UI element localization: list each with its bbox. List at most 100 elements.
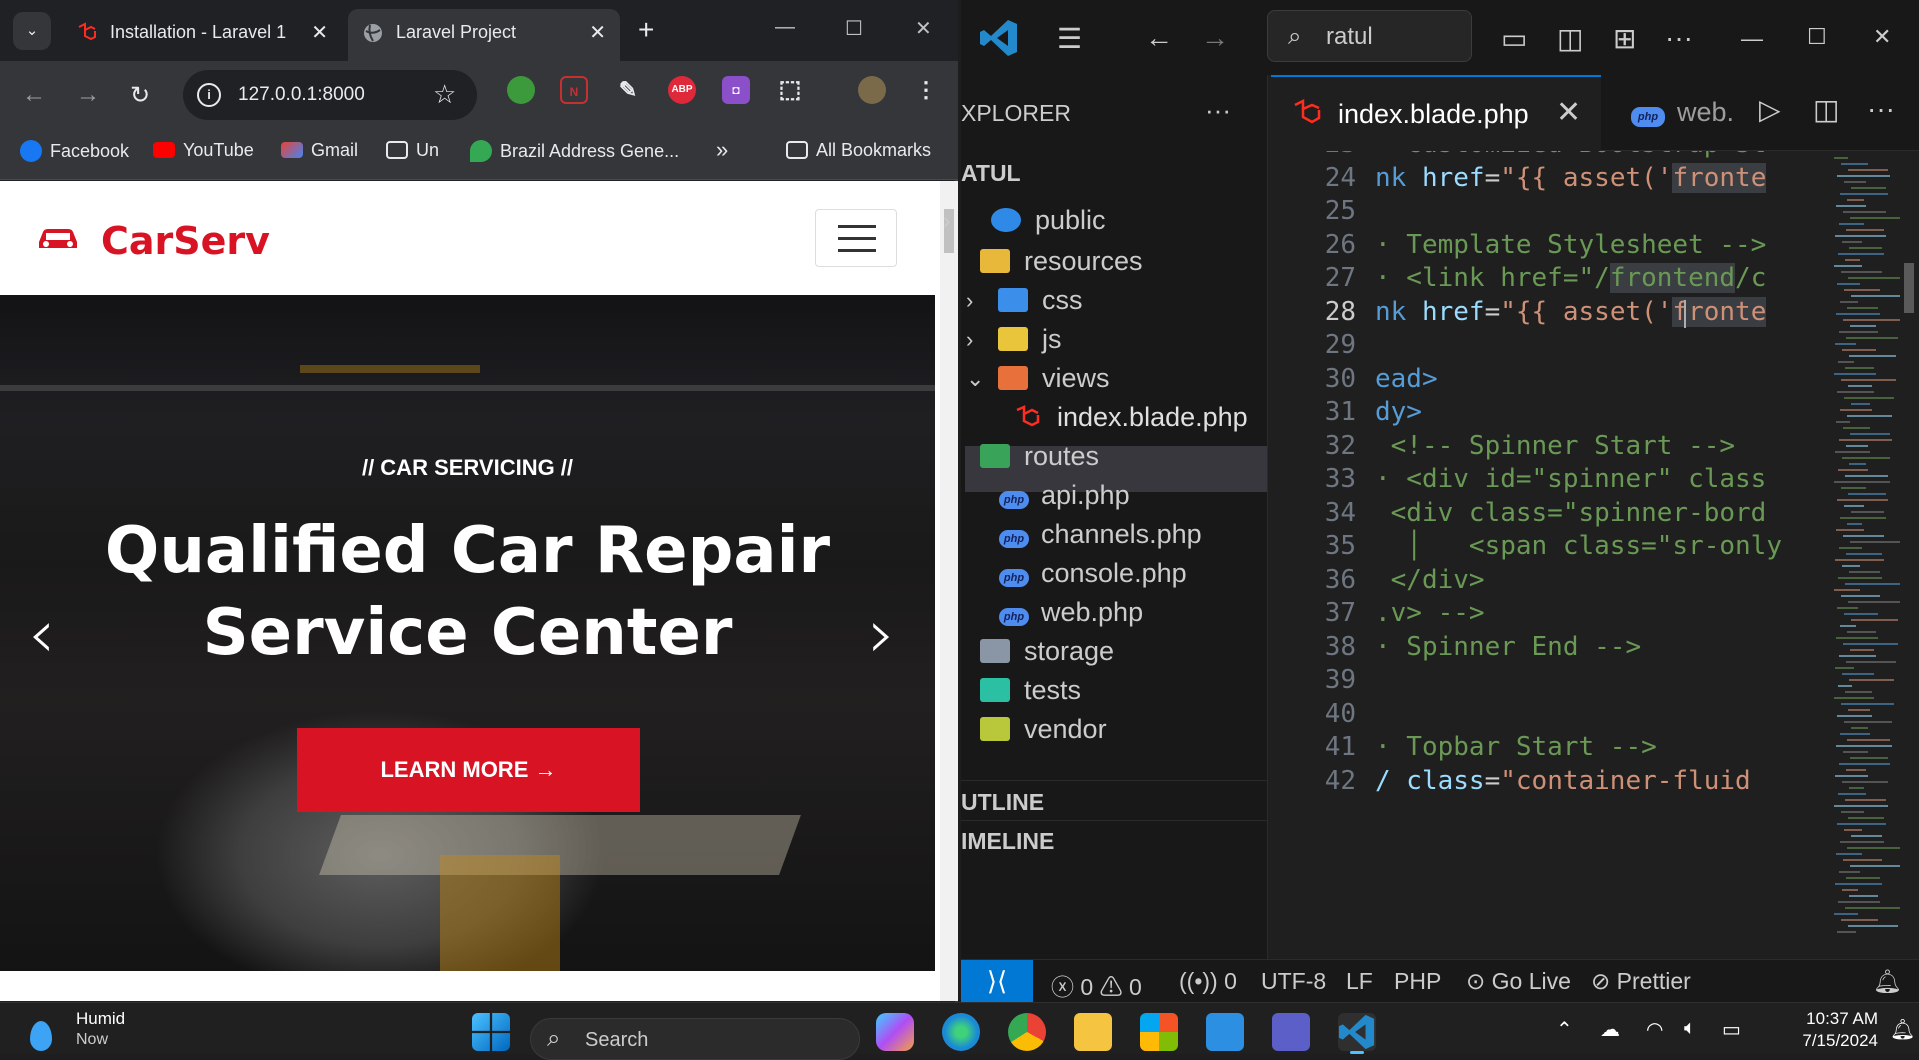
site-info-icon[interactable]: i [197,83,221,107]
code-line[interactable]: .v> --> [1375,598,1485,628]
tree-file-channels[interactable]: php channels.php [999,519,1202,550]
toggle-sidebar-icon[interactable]: ◫ [1557,22,1583,55]
eol-indicator[interactable]: LF [1346,968,1373,995]
bookmark-gmail[interactable]: Gmail [281,140,358,161]
go-live-button[interactable]: ⊙ Go Live [1466,968,1571,995]
battery-icon[interactable]: ▭ [1722,1017,1741,1042]
minimize-icon[interactable]: — [1741,26,1763,52]
problems-indicator[interactable]: ⓧ 0 ⚠ 0 [1051,968,1142,1002]
notifications-bell-icon[interactable]: 🔔︎ [1890,1017,1915,1042]
tree-folder-tests[interactable]: tests [980,675,1081,706]
back-icon[interactable]: ← [22,81,46,109]
clock-time[interactable]: 10:37 AM [1778,1009,1878,1029]
code-line[interactable]: <div class="spinner-bord [1375,498,1767,528]
profile-avatar[interactable] [858,76,886,104]
close-tab-icon[interactable]: ✕ [589,20,606,45]
prettier-button[interactable]: ⊘ Prettier [1591,968,1691,995]
tree-file-index-blade[interactable]: index.blade.php [1013,402,1248,433]
code-line[interactable]: / class="container-fluid [1375,766,1751,796]
more-actions-icon[interactable]: ··· [1665,22,1693,54]
clock-date[interactable]: 7/15/2024 [1778,1031,1878,1051]
bookmark-folder-un[interactable]: Un [386,140,439,161]
code-line[interactable]: │ <span class="sr-only [1375,531,1782,561]
address-bar[interactable]: i 127.0.0.1:8000 ☆ [183,70,477,120]
code-line[interactable]: · Spinner End --> [1375,632,1641,662]
frog-icon[interactable] [507,76,535,104]
outline-section[interactable]: UTLINE [961,789,1044,816]
workspace-root[interactable]: ATUL [961,160,1021,187]
code-line[interactable]: · <link href="/frontend/c [1375,263,1766,293]
code-editor[interactable]: 23 · Customized Bootstrap St 24 nk href="{{… [1271,151,1851,959]
tree-file-console[interactable]: php console.php [999,558,1187,589]
mail-icon[interactable] [1206,1013,1244,1051]
code-line[interactable]: ead> [1375,364,1438,394]
tab-search-button[interactable]: ⌄ [13,12,51,50]
code-line[interactable]: nk href="{{ asset('fronte [1375,296,1767,327]
language-indicator[interactable]: PHP [1394,968,1441,995]
nav-back-icon[interactable]: ← [1145,22,1173,54]
carousel-prev-icon[interactable]: ‹ [28,595,55,674]
site-brand[interactable]: CarServ [37,219,270,263]
code-line[interactable]: · Topbar Start --> [1375,732,1657,762]
eyedropper-icon[interactable]: ✎ [614,76,642,104]
capture-icon[interactable]: ◘ [722,76,750,104]
store-icon[interactable] [1140,1013,1178,1051]
new-tab-button[interactable]: + [638,14,654,46]
show-hidden-icons[interactable]: ⌃ [1556,1017,1573,1042]
n-icon[interactable]: N [560,76,588,104]
tree-folder-resources[interactable]: resources [980,246,1143,277]
navbar-toggler-button[interactable] [815,209,897,267]
copilot-icon[interactable] [876,1013,914,1051]
url-text[interactable]: 127.0.0.1:8000 [238,84,365,106]
tree-folder-css[interactable]: › css [966,285,1083,316]
vscode-taskbar-icon[interactable] [1338,1013,1376,1051]
code-line[interactable]: <!-- Spinner Start --> [1375,431,1735,461]
timeline-section[interactable]: IMELINE [961,828,1054,855]
carousel-next-icon[interactable]: › [868,595,895,674]
more-bookmarks-icon[interactable]: » [716,137,728,163]
bookmark-all-bookmarks[interactable]: All Bookmarks [786,140,931,161]
file-explorer-icon[interactable] [1074,1013,1112,1051]
bookmark-brazil-address[interactable]: Brazil Address Gene... [470,140,679,162]
chrome-tab-laravel-docs[interactable]: Installation - Laravel 1 ✕ [62,9,342,55]
more-actions-icon[interactable]: ··· [1205,95,1231,126]
bookmark-facebook[interactable]: Facebook [20,140,129,162]
tree-folder-js[interactable]: › js [966,324,1062,355]
code-line[interactable]: · Customized Bootstrap St [1375,151,1766,159]
toggle-panel-icon[interactable]: ▭ [1501,22,1527,55]
edge-icon[interactable] [942,1013,980,1051]
close-window-icon[interactable]: ✕ [1873,24,1891,50]
weather-widget[interactable] [26,1015,62,1051]
tree-folder-routes[interactable]: routes [980,441,1099,472]
tab-index-blade[interactable]: index.blade.php ✕ [1271,75,1601,151]
command-center-search[interactable]: ⌕ ratul [1267,10,1472,62]
chrome-menu-icon[interactable]: ⋮ [912,76,940,104]
wifi-icon[interactable]: ◠ [1646,1017,1663,1042]
tab-web-php[interactable]: php web. [1631,97,1734,128]
reload-icon[interactable]: ↻ [130,81,150,110]
split-editor-icon[interactable]: ◫ [1813,93,1839,126]
forward-icon[interactable]: → [76,81,100,109]
code-line[interactable]: · Template Stylesheet --> [1375,230,1766,260]
scrollbar-thumb[interactable] [1904,263,1914,313]
extensions-puzzle-icon[interactable]: ⬚ [776,76,804,104]
close-tab-icon[interactable]: ✕ [311,20,328,45]
more-actions-icon[interactable]: ··· [1867,93,1895,125]
chrome-icon[interactable] [1008,1013,1046,1051]
code-line[interactable]: · <div id="spinner" class [1375,464,1766,494]
tree-folder-storage[interactable]: storage [980,636,1114,667]
tree-folder-public[interactable]: › public [943,205,1106,236]
editor-scrollbar[interactable] [1900,151,1919,959]
code-line[interactable]: </div> [1375,565,1485,595]
minimize-icon[interactable]: — [775,16,795,39]
ports-indicator[interactable]: ((•)) 0 [1179,968,1237,995]
maximize-icon[interactable]: ☐ [1807,24,1827,50]
learn-more-button[interactable]: LEARN MORE → [297,728,640,812]
chrome-tab-laravel-project[interactable]: Laravel Project ✕ [348,9,620,61]
abp-icon[interactable]: ABP [668,76,696,104]
onedrive-icon[interactable]: ☁ [1600,1017,1620,1042]
notifications-bell-icon[interactable]: 🔔︎ [1873,968,1902,995]
tree-file-api[interactable]: php api.php [999,480,1130,511]
close-tab-icon[interactable]: ✕ [1556,95,1581,130]
minimap[interactable] [1830,151,1906,959]
